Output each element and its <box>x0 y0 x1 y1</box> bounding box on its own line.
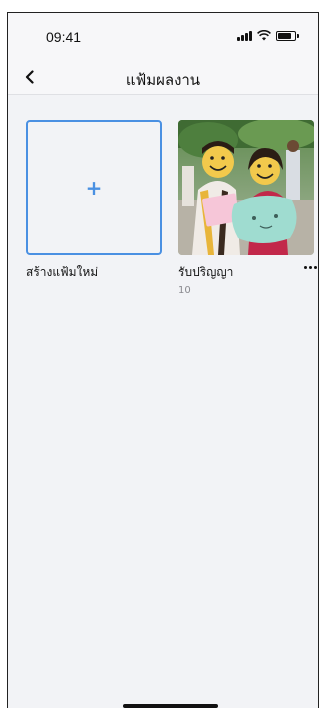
status-icons <box>237 30 299 41</box>
album-photo-count: 10 <box>178 285 191 296</box>
status-bar: 09:41 <box>8 13 318 59</box>
graduation-photo <box>178 120 314 255</box>
new-album-label: สร้างแฟ้มใหม่ <box>26 265 99 279</box>
album-name: รับปริญญา <box>178 265 234 279</box>
home-indicator <box>123 704 218 708</box>
more-horizontal-icon[interactable] <box>300 260 318 274</box>
phone-screen: 09:41 แฟ้มผลงาน + สร้างแฟ้มใหม่ รับปริญญ… <box>7 12 319 708</box>
new-album-card[interactable]: + สร้างแฟ้มใหม่ <box>26 120 162 282</box>
new-album-button[interactable]: + <box>26 120 162 255</box>
page-title: แฟ้มผลงาน <box>125 71 201 89</box>
album-cover-image[interactable] <box>178 120 314 255</box>
album-card[interactable]: รับปริญญา 10 <box>178 120 317 296</box>
signal-icon <box>237 30 252 41</box>
battery-icon <box>276 30 299 41</box>
nav-bar: แฟ้มผลงาน <box>8 59 318 95</box>
wifi-icon <box>257 30 271 41</box>
plus-icon: + <box>85 175 103 200</box>
status-time: 09:41 <box>46 29 82 45</box>
